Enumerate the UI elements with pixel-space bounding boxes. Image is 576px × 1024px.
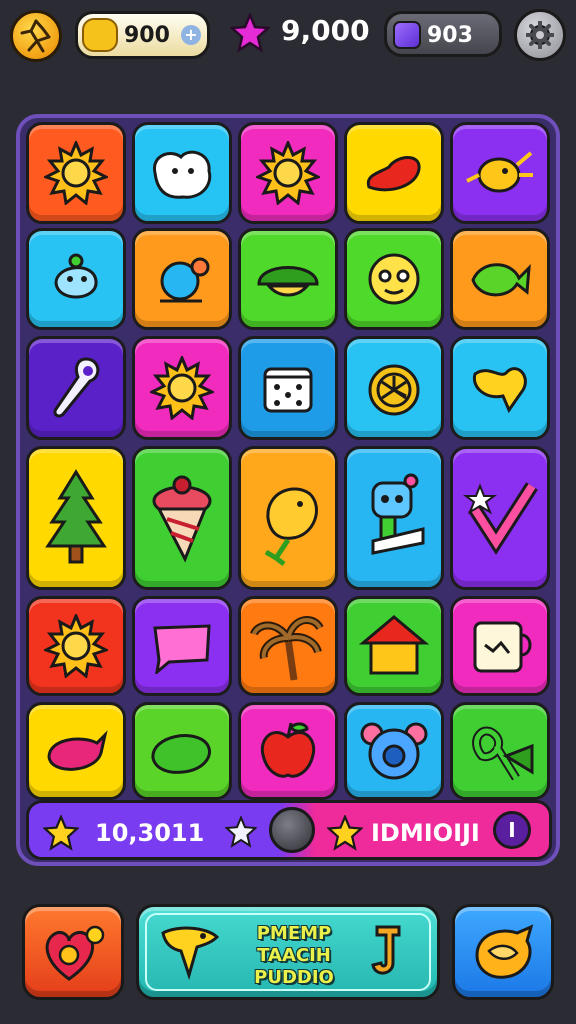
palm-tree-icon — [250, 616, 324, 681]
heart-flower-icon — [45, 925, 105, 981]
apple-icon — [260, 722, 316, 778]
board-tile[interactable] — [26, 122, 126, 224]
score-bar: 10,3011 IDMIOIJI I — [26, 800, 552, 860]
add-coins-button[interactable]: + — [181, 25, 201, 45]
goal-value: IDMIOIJI — [371, 819, 480, 847]
robot-icon — [371, 473, 425, 555]
board-tile[interactable] — [132, 446, 232, 590]
board-tile[interactable] — [26, 228, 126, 330]
board-tile[interactable] — [238, 228, 338, 330]
fluffy-creature-icon — [153, 150, 212, 199]
board-tile[interactable] — [344, 446, 444, 590]
game-board — [16, 114, 560, 866]
board-tile[interactable] — [26, 446, 126, 590]
house-icon — [359, 615, 429, 675]
boost-label: PMEMP TAACIH PUDDIO — [239, 923, 349, 989]
heart-blob-icon — [472, 367, 527, 414]
snail-icon — [160, 257, 210, 303]
white-star-icon — [225, 816, 257, 848]
fish-icon — [161, 926, 220, 981]
level-badge: I — [493, 811, 531, 849]
board-tile[interactable] — [238, 596, 338, 696]
bird-icon — [475, 924, 534, 979]
board-tile[interactable] — [26, 702, 126, 800]
hook-icon — [371, 925, 401, 975]
tree-icon — [45, 469, 107, 564]
sun-icon — [44, 614, 108, 678]
ice-cream-icon — [152, 475, 212, 563]
face-icon — [368, 253, 420, 305]
board-tile[interactable] — [450, 122, 550, 224]
settings-button[interactable] — [514, 9, 566, 61]
board-tile[interactable] — [450, 596, 550, 696]
board-tile[interactable] — [344, 336, 444, 440]
board-tile[interactable] — [26, 596, 126, 696]
dice-icon — [263, 367, 313, 413]
clock-icon — [368, 364, 420, 416]
board-tile[interactable] — [132, 122, 232, 224]
board-tile[interactable] — [344, 228, 444, 330]
board-tile[interactable] — [344, 596, 444, 696]
progress-knob — [269, 807, 315, 853]
pink-star-icon — [230, 13, 270, 53]
board-tile[interactable] — [132, 228, 232, 330]
energy-gem-icon — [393, 21, 421, 49]
star-check-icon — [463, 482, 538, 555]
energy-value: 903 — [427, 23, 473, 48]
board-tile[interactable] — [450, 446, 550, 590]
star-icon — [43, 815, 79, 851]
board-tile[interactable] — [450, 702, 550, 800]
board-tile[interactable] — [450, 336, 550, 440]
energy-counter[interactable]: 903 — [384, 11, 502, 57]
star-icon — [327, 815, 363, 851]
board-tile[interactable] — [132, 596, 232, 696]
speech-bubble-icon — [153, 624, 211, 674]
board-tile[interactable] — [132, 336, 232, 440]
cracked-coin-icon — [20, 19, 51, 53]
jelly-bean-icon — [366, 156, 421, 192]
board-tile[interactable] — [344, 122, 444, 224]
sun-icon — [256, 141, 320, 205]
booster-bird-button[interactable] — [452, 904, 554, 1000]
gems-value: 9,000 — [281, 14, 370, 47]
coin-bag-icon — [82, 18, 118, 52]
whale-icon — [54, 253, 98, 299]
sun-icon — [150, 356, 214, 420]
booster-flower-button[interactable] — [22, 904, 124, 1000]
sun-icon — [44, 141, 108, 205]
shop-coin-icon[interactable] — [10, 10, 62, 62]
coins-value: 900 — [124, 23, 170, 48]
bear-icon — [360, 722, 428, 780]
bird-icon — [264, 487, 318, 566]
boost-label-line1: PMEMP — [256, 923, 332, 944]
score-value: 10,3011 — [95, 819, 205, 847]
board-tile[interactable] — [238, 446, 338, 590]
blob-icon — [151, 734, 211, 774]
board-tile[interactable] — [238, 702, 338, 800]
coins-counter[interactable]: 900 + — [75, 11, 210, 59]
top-bar: 900 + 9,000 903 — [0, 0, 576, 72]
ribbon-icon — [472, 726, 534, 781]
board-tile[interactable] — [238, 122, 338, 224]
turtle-icon — [257, 266, 319, 297]
board-tile[interactable] — [344, 702, 444, 800]
fish-icon — [471, 263, 531, 297]
board-tile[interactable] — [132, 702, 232, 800]
candy-icon — [47, 730, 108, 771]
boost-label-line3: PUDDIO — [254, 967, 334, 988]
cup-icon — [473, 621, 532, 673]
bone-icon — [53, 357, 100, 418]
board-tile[interactable] — [26, 336, 126, 440]
board-tile[interactable] — [450, 228, 550, 330]
gear-icon — [526, 21, 554, 49]
sun-creature-icon — [466, 151, 533, 193]
board-tile[interactable] — [238, 336, 338, 440]
boost-label-line2: TAACIH — [257, 945, 331, 966]
boost-panel-button[interactable]: PMEMP TAACIH PUDDIO — [136, 904, 440, 1000]
